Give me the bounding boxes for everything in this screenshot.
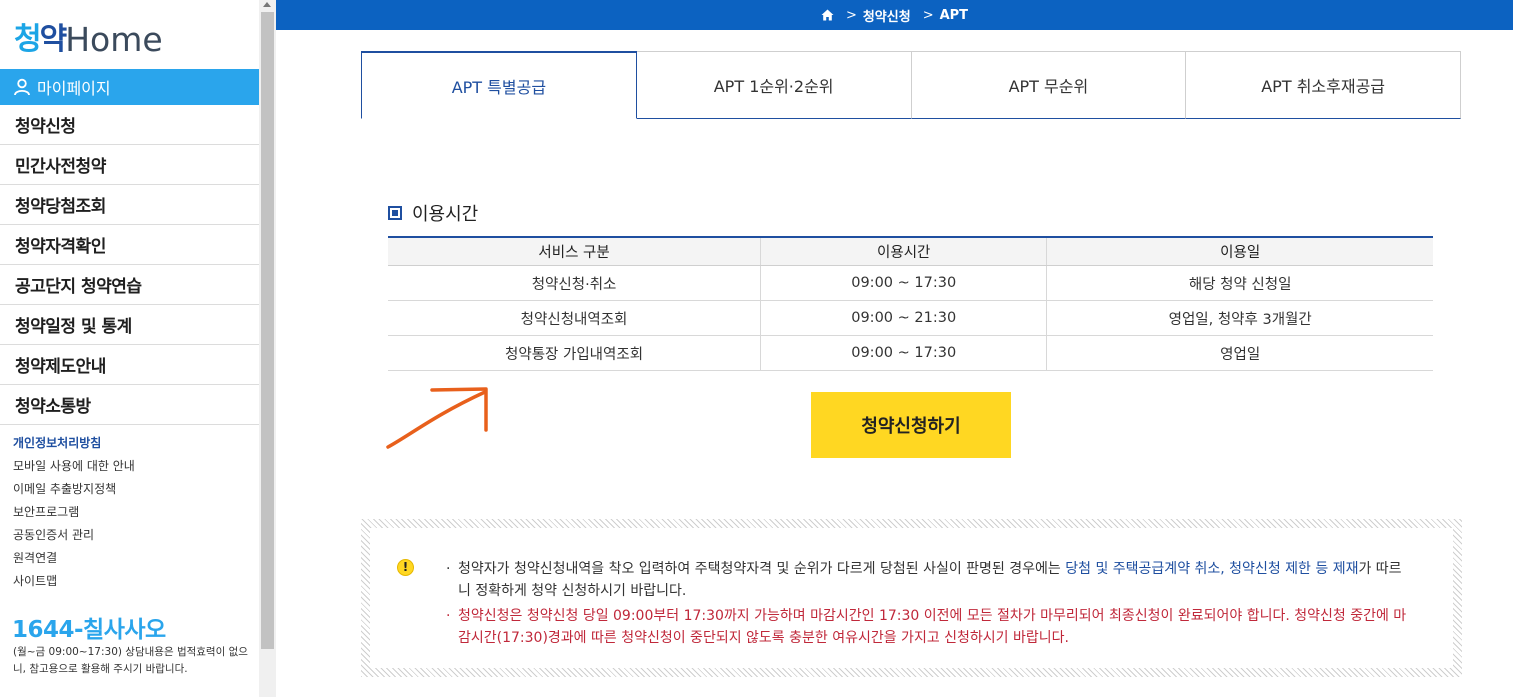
apt-tabs: APT 특별공급 APT 1순위·2순위 APT 무순위 APT 취소후재공급 xyxy=(361,51,1461,119)
table-row: 청약통장 가입내역조회 09:00 ~ 17:30 영업일 xyxy=(388,335,1433,371)
sidebar-item-winner-lookup[interactable]: 청약당첨조회 xyxy=(0,185,259,225)
header-hours: 이용시간 xyxy=(760,236,1047,266)
link-certificate[interactable]: 공동인증서 관리 xyxy=(13,525,135,548)
cell-service: 청약신청·취소 xyxy=(388,265,761,301)
user-icon xyxy=(14,78,30,96)
cell-hours: 09:00 ~ 17:30 xyxy=(760,335,1047,371)
apply-button[interactable]: 청약신청하기 xyxy=(811,392,1011,458)
notice-sanction: 당첨 및 주택공급계약 취소, 청약신청 제한 등 제재 xyxy=(1065,561,1359,577)
chevron-right-icon: > xyxy=(922,7,934,23)
breadcrumb-item-apt[interactable]: APT xyxy=(940,8,968,23)
cell-hours: 09:00 ~ 17:30 xyxy=(760,265,1047,301)
scrollbar-thumb[interactable] xyxy=(261,12,274,649)
hours-table: 서비스 구분 이용시간 이용일 청약신청·취소 09:00 ~ 17:30 해당… xyxy=(388,236,1433,371)
cell-hours: 09:00 ~ 21:30 xyxy=(760,300,1047,336)
mypage-button[interactable]: 마이페이지 xyxy=(0,69,259,105)
sidebar-item-schedule[interactable]: 청약일정 및 통계 xyxy=(0,305,259,345)
cell-service: 청약신청내역조회 xyxy=(388,300,761,336)
tab-apt-rank[interactable]: APT 1순위·2순위 xyxy=(636,51,912,119)
section-title-text: 이용시간 xyxy=(412,204,479,225)
square-bullet-icon xyxy=(388,206,402,220)
link-sitemap[interactable]: 사이트맵 xyxy=(13,571,135,594)
sidebar-item-eligibility[interactable]: 청약자격확인 xyxy=(0,225,259,265)
home-icon[interactable] xyxy=(821,9,834,21)
notice-text-2: · 청약신청은 청약신청 당일 09:00부터 17:30까지 가능하며 마감시… xyxy=(446,605,1408,649)
link-email-policy[interactable]: 이메일 추출방지정책 xyxy=(13,479,135,502)
chevron-right-icon: > xyxy=(845,7,857,23)
logo-kr-part1: 청 xyxy=(14,22,42,57)
link-mobile-guide[interactable]: 모바일 사용에 대한 안내 xyxy=(13,456,135,479)
link-security-program[interactable]: 보안프로그램 xyxy=(13,502,135,525)
bullet-1: · xyxy=(446,561,451,577)
breadcrumb: > 청약신청 > APT xyxy=(276,0,1513,30)
logo-en: Home xyxy=(65,20,163,59)
cell-days: 해당 청약 신청일 xyxy=(1046,265,1433,301)
tab-apt-special[interactable]: APT 특별공급 xyxy=(361,51,637,119)
notice-text-1: · 청약자가 청약신청내역을 착오 입력하여 주택청약자격 및 순위가 다르게 … xyxy=(446,558,1408,602)
scroll-up-arrow-icon[interactable] xyxy=(263,2,271,7)
mypage-label: 마이페이지 xyxy=(37,79,111,98)
header-service: 서비스 구분 xyxy=(388,236,761,266)
sidebar-item-community[interactable]: 청약소통방 xyxy=(0,385,259,425)
warning-icon: ! xyxy=(397,559,414,576)
annotation-arrow-icon xyxy=(386,387,488,449)
table-header-row: 서비스 구분 이용시간 이용일 xyxy=(388,236,1433,266)
table-row: 청약신청·취소 09:00 ~ 17:30 해당 청약 신청일 xyxy=(388,265,1433,301)
table-row: 청약신청내역조회 09:00 ~ 21:30 영업일, 청약후 3개월간 xyxy=(388,300,1433,336)
sidebar-item-pre-subscription[interactable]: 민간사전청약 xyxy=(0,145,259,185)
notice-box: ! · 청약자가 청약신청내역을 착오 입력하여 주택청약자격 및 순위가 다르… xyxy=(361,519,1462,677)
tab-apt-unranked[interactable]: APT 무순위 xyxy=(911,51,1187,119)
cell-days: 영업일 xyxy=(1046,335,1433,371)
header-days: 이용일 xyxy=(1046,236,1433,266)
sidebar-item-apply[interactable]: 청약신청 xyxy=(0,105,259,145)
footer-links: 개인정보처리방침 모바일 사용에 대한 안내 이메일 추출방지정책 보안프로그램… xyxy=(13,433,135,594)
cell-service: 청약통장 가입내역조회 xyxy=(388,335,761,371)
sidebar-scrollbar[interactable] xyxy=(259,0,276,697)
section-title: 이용시간 xyxy=(388,200,478,226)
breadcrumb-item-apply[interactable]: 청약신청 xyxy=(863,6,911,25)
tab-apt-resupply[interactable]: APT 취소후재공급 xyxy=(1186,51,1461,119)
bullet-2: · xyxy=(446,608,451,624)
link-privacy-policy[interactable]: 개인정보처리방침 xyxy=(13,433,135,456)
sidebar-item-guide[interactable]: 청약제도안내 xyxy=(0,345,259,385)
phone-number: 1644-칠사사오 xyxy=(12,617,166,643)
sidebar-item-practice[interactable]: 공고단지 청약연습 xyxy=(0,265,259,305)
site-logo[interactable]: 청약 Home xyxy=(14,18,163,58)
phone-note: (월~금 09:00~17:30) 상담내용은 법적효력이 없으니, 참고용으로… xyxy=(13,646,248,675)
cell-days: 영업일, 청약후 3개월간 xyxy=(1046,300,1433,336)
sidebar: 청약 Home 마이페이지 청약신청 민간사전청약 청약당첨조회 청약자격확인 공… xyxy=(0,0,259,697)
link-remote[interactable]: 원격연결 xyxy=(13,548,135,571)
sidebar-menu: 청약신청 민간사전청약 청약당첨조회 청약자격확인 공고단지 청약연습 청약일정… xyxy=(0,105,259,425)
logo-kr-part2: 약 xyxy=(39,22,68,57)
